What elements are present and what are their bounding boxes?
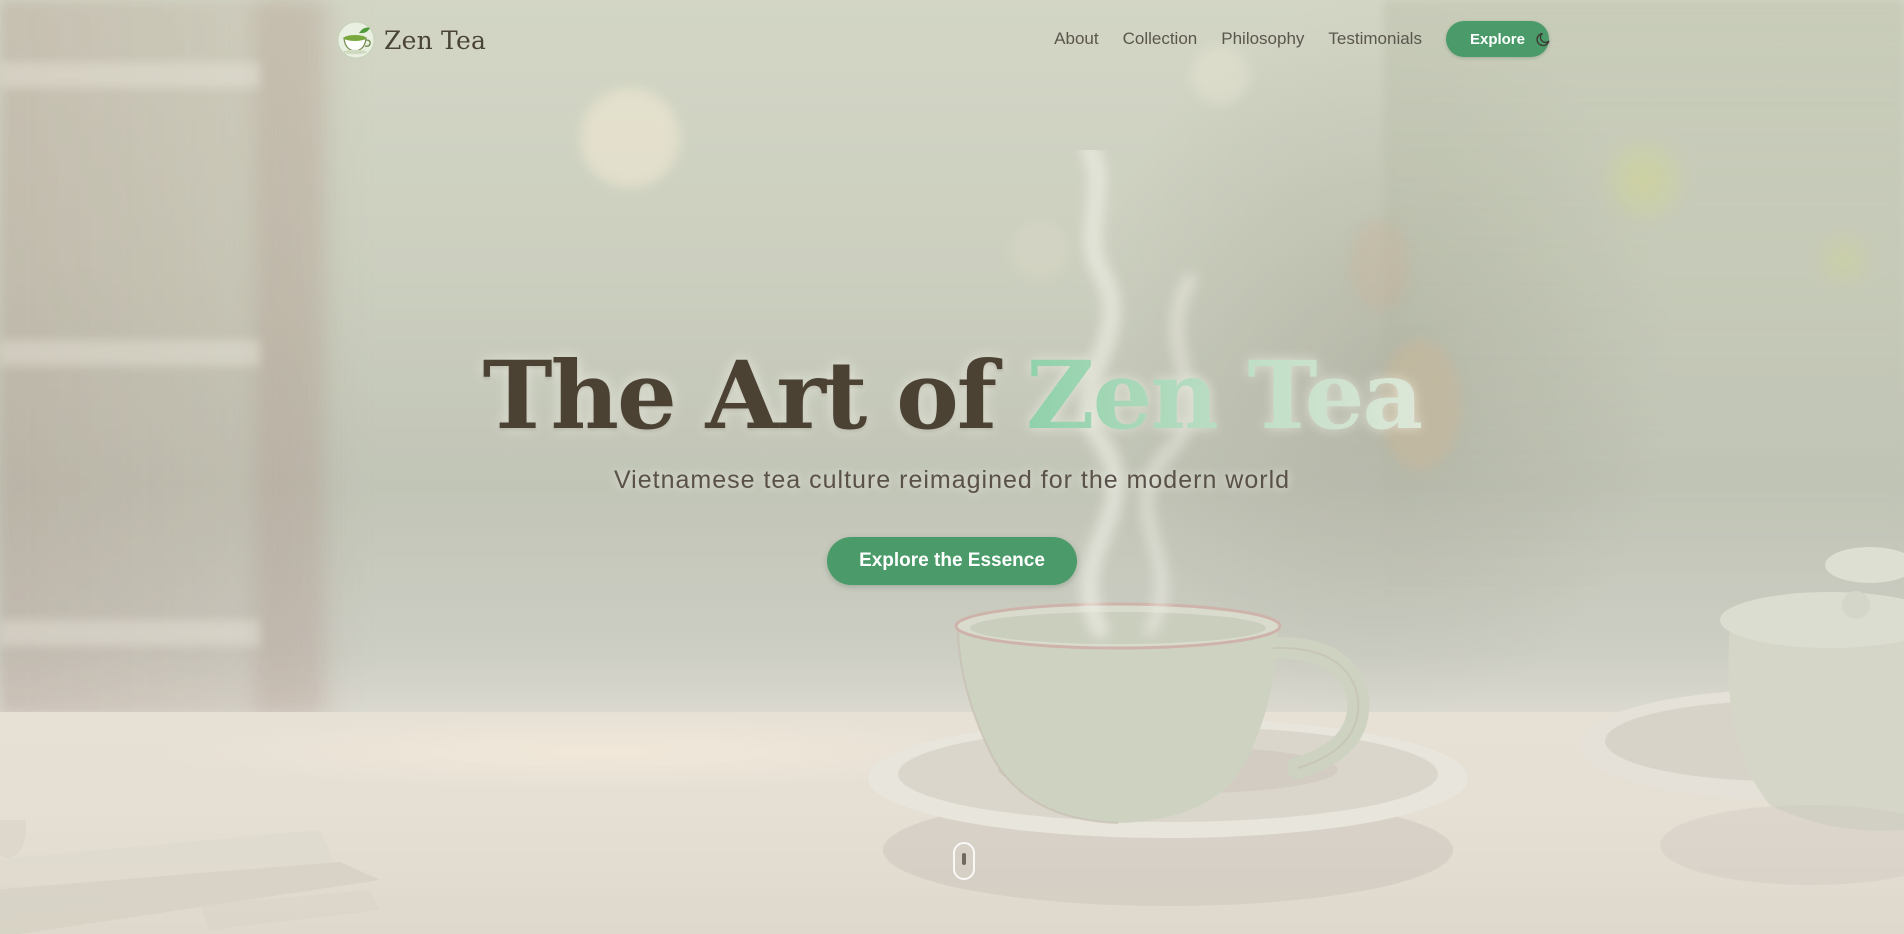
hero-title: The Art of Zen Tea (0, 340, 1904, 452)
mouse-scroll-icon[interactable] (953, 842, 975, 880)
hero-title-prefix: The Art of (482, 341, 998, 451)
nav-link-philosophy[interactable]: Philosophy (1221, 29, 1304, 49)
navbar: Zen Tea About Collection Philosophy Test… (0, 0, 1904, 78)
tea-cup-icon (337, 21, 375, 59)
moon-icon (1536, 32, 1550, 47)
explore-essence-button[interactable]: Explore the Essence (827, 537, 1077, 585)
hero-section: The Art of Zen Tea Vietnamese tea cultur… (0, 340, 1904, 585)
nav-link-collection[interactable]: Collection (1123, 29, 1198, 49)
theme-toggle-button[interactable] (1529, 24, 1559, 54)
scroll-wheel-dot (962, 853, 966, 865)
brand-name: Zen Tea (384, 25, 487, 55)
nav-link-testimonials[interactable]: Testimonials (1328, 29, 1422, 49)
hero-subtitle: Vietnamese tea culture reimagined for th… (613, 466, 1291, 494)
hero-title-accent: Zen Tea (1025, 341, 1423, 451)
nav-links: About Collection Philosophy Testimonials… (1054, 21, 1549, 57)
nav-link-about[interactable]: About (1054, 29, 1098, 49)
brand-link[interactable]: Zen Tea (337, 21, 486, 59)
